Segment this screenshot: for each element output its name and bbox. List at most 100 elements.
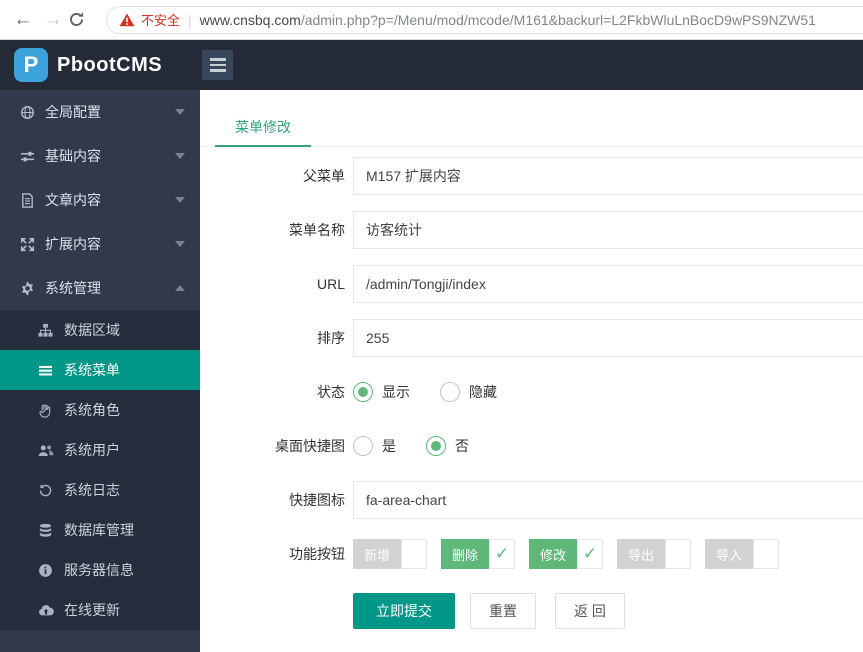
- form-row-desktop-shortcut: 桌面快捷图 是 否: [200, 427, 863, 465]
- address-bar[interactable]: 不安全 | www.cnsbq.com/admin.php?p=/Menu/mo…: [106, 5, 863, 34]
- url-input[interactable]: /admin/Tongji/index: [353, 265, 863, 303]
- sidebar-toggle-button[interactable]: [202, 50, 233, 80]
- database-icon: [38, 522, 54, 538]
- sidebar-item-online-update[interactable]: 在线更新: [0, 590, 200, 630]
- file-icon: [20, 192, 36, 208]
- shortcut-radio-yes[interactable]: 是: [353, 436, 396, 456]
- field-label: 状态: [317, 384, 345, 400]
- parent-menu-select[interactable]: M157 扩展内容: [353, 157, 863, 195]
- sidebar-item-database-management[interactable]: 数据库管理: [0, 510, 200, 550]
- field-label: URL: [316, 276, 345, 292]
- status-radio-show[interactable]: 显示: [353, 382, 410, 402]
- sidebar-item-article-content[interactable]: 文章内容: [0, 178, 200, 222]
- sidebar-item-extended-content[interactable]: 扩展内容: [0, 222, 200, 266]
- history-icon: [38, 482, 54, 498]
- field-label: 父菜单: [303, 168, 345, 184]
- gear-icon: [20, 280, 36, 296]
- function-toggle-modify[interactable]: 修改 ✓: [529, 539, 604, 569]
- function-toggle-export[interactable]: 导出 ✓: [617, 539, 692, 569]
- menu-name-input[interactable]: 访客统计: [353, 211, 863, 249]
- main-content: 菜单修改 父菜单 M157 扩展内容 菜单名称 访客统计 URL /admin/…: [200, 90, 863, 652]
- system-management-submenu: 数据区域 系统菜单 系统角色 系统用户 系统日志 数据库管理 服务器信息 在线更…: [0, 310, 200, 630]
- sidebar-item-basic-content[interactable]: 基础内容: [0, 134, 200, 178]
- shortcut-radio-no[interactable]: 否: [426, 436, 469, 456]
- back-button[interactable]: 返 回: [555, 593, 625, 629]
- form-row-sort: 排序 255: [200, 319, 863, 357]
- checkbox-icon: ✓: [753, 539, 780, 569]
- chevron-down-icon: [175, 197, 185, 203]
- page-url: www.cnsbq.com/admin.php?p=/Menu/mod/mcod…: [200, 12, 816, 28]
- logo: P PbootCMS: [0, 48, 200, 82]
- menu-edit-form: 父菜单 M157 扩展内容 菜单名称 访客统计 URL /admin/Tongj…: [200, 147, 863, 629]
- sort-input[interactable]: 255: [353, 319, 863, 357]
- sidebar-item-system-management[interactable]: 系统管理: [0, 266, 200, 310]
- warning-triangle-icon: [119, 13, 135, 26]
- checkbox-icon: ✓: [401, 539, 428, 569]
- address-separator: |: [188, 11, 192, 28]
- field-label: 排序: [317, 330, 345, 346]
- sidebar-item-label: 系统用户: [64, 442, 120, 458]
- sidebar-item-label: 扩展内容: [45, 236, 101, 252]
- users-icon: [38, 442, 54, 458]
- list-icon: [38, 362, 54, 378]
- radio-icon: [353, 382, 373, 402]
- chevron-down-icon: [175, 153, 185, 159]
- sidebar-item-global-config[interactable]: 全局配置: [0, 90, 200, 134]
- function-toggle-import[interactable]: 导入 ✓: [705, 539, 780, 569]
- sidebar-item-server-info[interactable]: 服务器信息: [0, 550, 200, 590]
- field-label: 桌面快捷图: [275, 438, 345, 454]
- sidebar-item-label: 服务器信息: [64, 562, 134, 578]
- sidebar-item-system-log[interactable]: 系统日志: [0, 470, 200, 510]
- shortcut-icon-input[interactable]: fa-area-chart: [353, 481, 863, 519]
- sidebar-item-label: 文章内容: [45, 192, 101, 208]
- form-actions: 立即提交 重置 返 回: [353, 593, 863, 629]
- form-row-url: URL /admin/Tongji/index: [200, 265, 863, 303]
- field-label: 快捷图标: [289, 492, 345, 508]
- sidebar-item-label: 数据区域: [64, 322, 120, 338]
- logo-title: PbootCMS: [57, 53, 163, 76]
- sidebar-item-system-menu[interactable]: 系统菜单: [0, 350, 200, 390]
- browser-back-button[interactable]: ←: [8, 9, 38, 31]
- browser-reload-button[interactable]: [68, 11, 98, 28]
- submit-button[interactable]: 立即提交: [353, 593, 455, 629]
- sidebar-item-label: 系统管理: [45, 280, 101, 296]
- radio-icon: [353, 436, 373, 456]
- function-toggle-add[interactable]: 新增 ✓: [353, 539, 428, 569]
- url-domain: www.cnsbq.com: [199, 11, 301, 28]
- tab-bar: 菜单修改: [200, 90, 863, 147]
- sidebar: 全局配置 基础内容 文章内容 扩展内容 系统管理 数据区域 系统菜单 系统角色 …: [0, 90, 200, 652]
- form-row-status: 状态 显示 隐藏: [200, 373, 863, 411]
- function-toggle-delete[interactable]: 删除 ✓: [441, 539, 516, 569]
- url-path: /admin.php?p=/Menu/mod/mcode/M161&backur…: [300, 11, 816, 28]
- sidebar-item-system-users[interactable]: 系统用户: [0, 430, 200, 470]
- sidebar-item-label: 系统日志: [64, 482, 120, 498]
- chevron-down-icon: [175, 109, 185, 115]
- reload-icon: [70, 12, 84, 26]
- sidebar-item-label: 在线更新: [64, 602, 120, 618]
- browser-toolbar: ← → 不安全 | www.cnsbq.com/admin.php?p=/Men…: [0, 0, 863, 40]
- sidebar-item-label: 系统角色: [64, 402, 120, 418]
- form-row-function-buttons: 功能按钮 新增 ✓ 删除 ✓ 修改 ✓: [200, 535, 863, 573]
- sidebar-item-label: 系统菜单: [64, 362, 120, 378]
- reset-button[interactable]: 重置: [470, 593, 536, 629]
- chevron-down-icon: [175, 241, 185, 247]
- page: ← → 不安全 | www.cnsbq.com/admin.php?p=/Men…: [0, 0, 863, 652]
- browser-forward-button[interactable]: →: [38, 9, 68, 31]
- radio-icon: [426, 436, 446, 456]
- checkbox-icon: ✓: [577, 539, 604, 569]
- security-warning-label[interactable]: 不安全: [141, 10, 180, 29]
- sidebar-item-data-area[interactable]: 数据区域: [0, 310, 200, 350]
- field-label: 菜单名称: [289, 222, 345, 238]
- form-row-shortcut-icon: 快捷图标 fa-area-chart: [200, 481, 863, 519]
- tab-menu-edit[interactable]: 菜单修改: [215, 107, 311, 147]
- hand-icon: [38, 402, 54, 418]
- form-row-menu-name: 菜单名称 访客统计: [200, 211, 863, 249]
- form-row-parent-menu: 父菜单 M157 扩展内容: [200, 157, 863, 195]
- status-radio-hide[interactable]: 隐藏: [440, 382, 497, 402]
- sidebar-item-system-role[interactable]: 系统角色: [0, 390, 200, 430]
- pbootcms-logo-icon: P: [14, 48, 48, 82]
- sidebar-item-label: 数据库管理: [64, 522, 134, 538]
- checkbox-icon: ✓: [489, 539, 516, 569]
- cloud-upload-icon: [38, 602, 54, 618]
- checkbox-icon: ✓: [665, 539, 692, 569]
